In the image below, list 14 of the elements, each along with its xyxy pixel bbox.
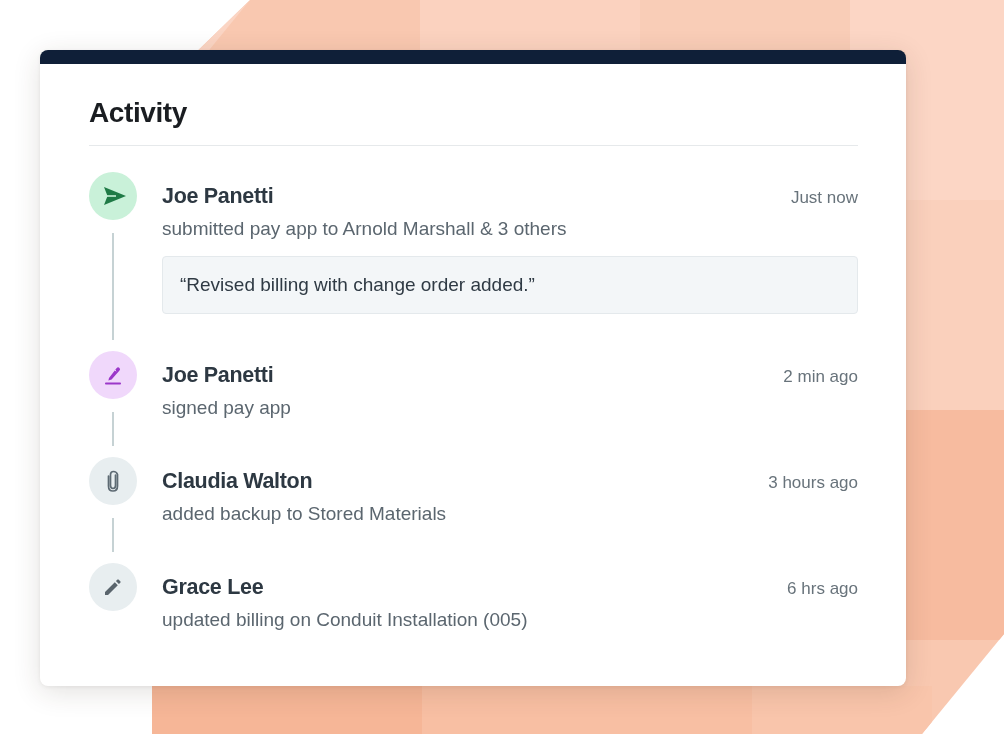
timestamp: 2 min ago bbox=[783, 366, 858, 388]
timestamp: Just now bbox=[790, 187, 858, 209]
user-name: Joe Panetti bbox=[162, 362, 274, 388]
user-name: Claudia Walton bbox=[162, 468, 313, 494]
activity-description: added backup to Stored Materials bbox=[162, 502, 448, 526]
timestamp: 3 hours ago bbox=[768, 472, 858, 494]
activity-description: updated billing on Conduit Installation (005) bbox=[162, 608, 529, 632]
user-name: Joe Panetti bbox=[162, 183, 274, 209]
activity-description: submitted pay app to Arnold Marshall & 3 others bbox=[162, 217, 568, 241]
activity-description: signed pay app bbox=[162, 396, 292, 420]
panel-title: Activity bbox=[89, 96, 188, 130]
user-name: Grace Lee bbox=[162, 574, 264, 600]
timestamp: 6 hrs ago bbox=[787, 578, 858, 600]
comment-note: “Revised billing with change order added.” bbox=[162, 256, 858, 314]
